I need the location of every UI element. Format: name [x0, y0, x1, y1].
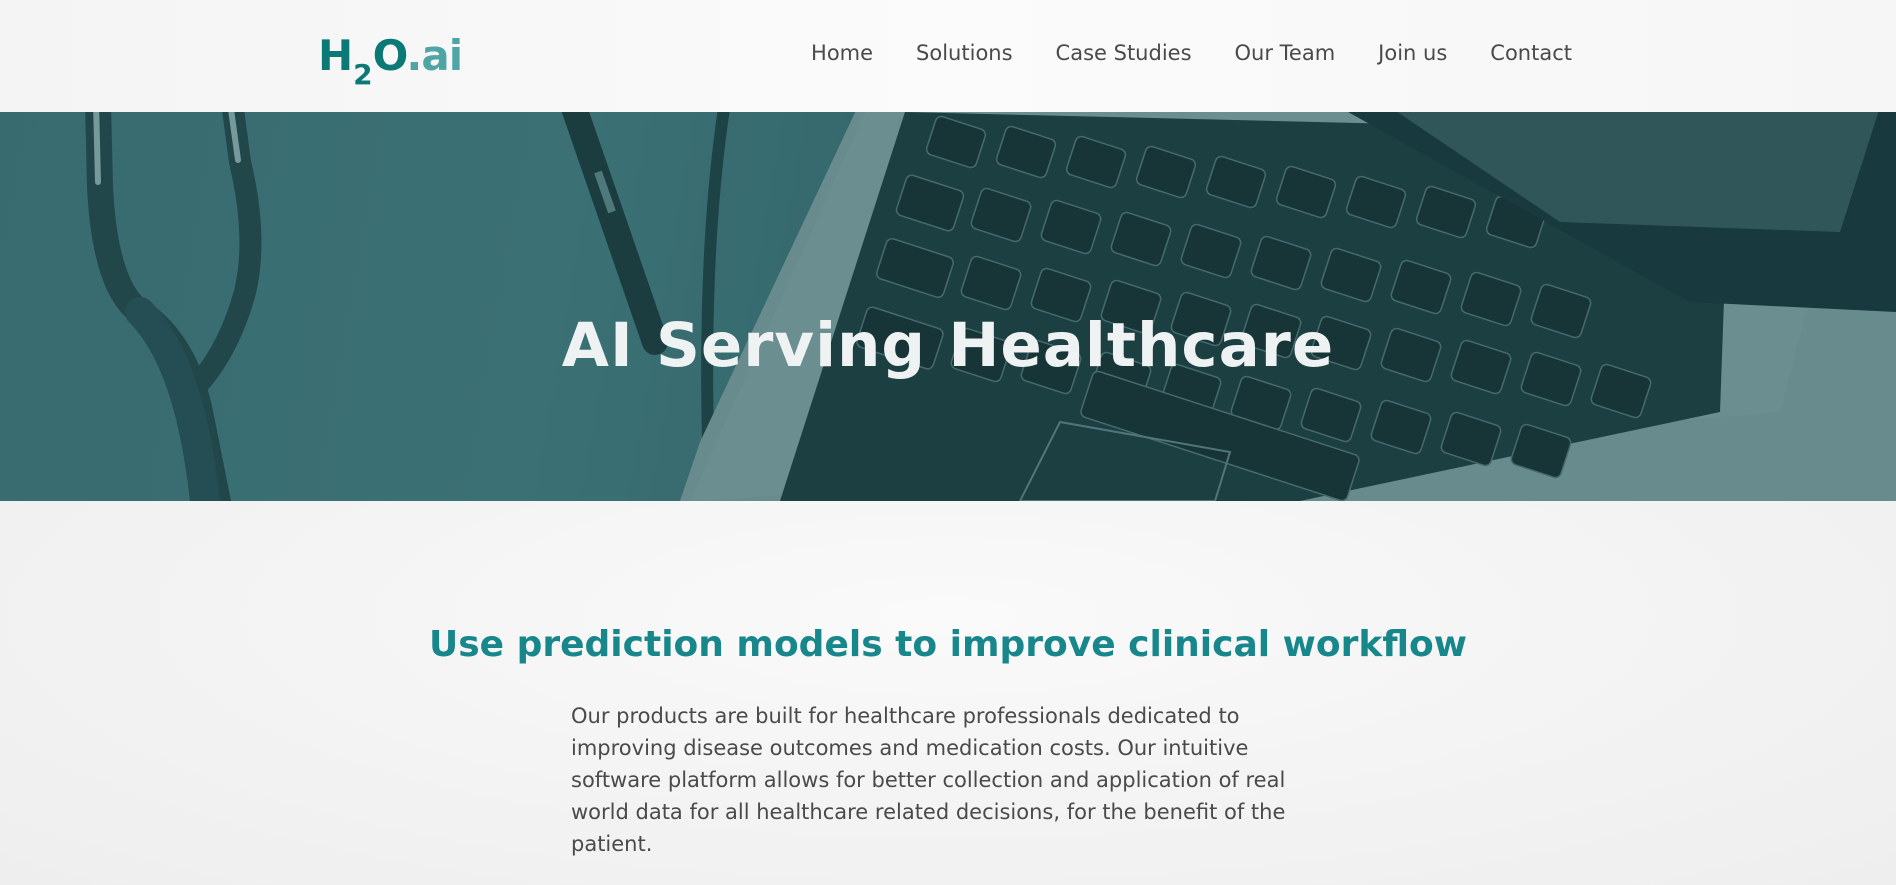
nav-join-us[interactable]: Join us — [1378, 36, 1447, 70]
logo-o: O — [372, 31, 408, 80]
nav-case-studies[interactable]: Case Studies — [1056, 36, 1192, 70]
hero-background-image — [0, 112, 1896, 501]
section-heading: Use prediction models to improve clinica… — [428, 623, 1468, 665]
nav-solutions[interactable]: Solutions — [916, 36, 1013, 70]
site-header: H2O.ai Home Solutions Case Studies Our T… — [0, 0, 1896, 112]
nav-contact[interactable]: Contact — [1490, 36, 1572, 70]
hero-title: AI Serving Healthcare — [561, 309, 1335, 381]
logo-ai: .ai — [406, 31, 463, 80]
intro-section: Use prediction models to improve clinica… — [0, 501, 1896, 885]
main-nav: Home Solutions Case Studies Our Team Joi… — [768, 36, 1572, 70]
h2o-ai-logo[interactable]: H2O.ai — [318, 31, 463, 92]
logo-h: H — [318, 31, 353, 80]
intro-paragraph: Our products are built for healthcare pr… — [571, 704, 1286, 856]
logo-subscript: 2 — [353, 58, 373, 91]
hero-banner: AI Serving Healthcare — [0, 112, 1896, 501]
nav-home[interactable]: Home — [811, 36, 873, 70]
nav-our-team[interactable]: Our Team — [1235, 36, 1336, 70]
